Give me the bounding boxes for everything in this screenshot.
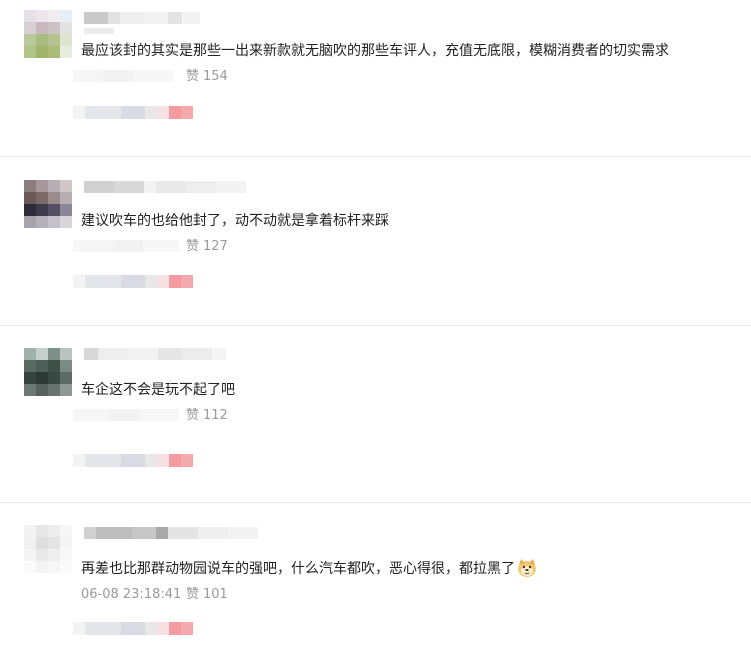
like-count[interactable]: 赞 101 [186,587,228,603]
comment-actions-blurred[interactable] [73,275,193,288]
comment-actions-blurred[interactable] [73,622,193,635]
like-label: 赞 [186,69,200,84]
username-blurred[interactable] [84,527,258,539]
comment-timestamp: 06-08 23:18:41 [81,587,182,602]
like-number: 101 [203,587,228,602]
like-number: 127 [203,239,228,254]
comment-actions-blurred[interactable] [73,106,193,119]
like-label: 赞 [186,239,200,254]
comment-text: 建议吹车的也给他封了，动不动就是拿着标杆来踩 [81,213,389,229]
comment-item: 建议吹车的也给他封了，动不动就是拿着标杆来踩 赞 127 [0,157,751,325]
doge-emoji-icon [517,559,537,577]
comment-text-content: 再差也比那群动物园说车的强吧，什么汽车都吹，恶心得很，都拉黑了 [81,561,515,577]
comment-text: 车企这不会是玩不起了吧 [81,382,235,398]
username-blurred[interactable] [84,348,226,360]
timestamp-blurred [73,240,179,252]
like-count[interactable]: 赞 127 [186,239,228,255]
username-blurred[interactable] [84,181,246,193]
timestamp-blurred [73,409,179,421]
user-avatar[interactable] [24,525,72,573]
comment-text: 最应该封的其实是那些一出来新款就无脑吹的那些车评人，充值无底限，模糊消费者的切实… [81,43,669,59]
user-avatar[interactable] [24,180,72,228]
user-avatar[interactable] [24,348,72,396]
user-avatar[interactable] [24,10,72,58]
user-tag-blurred [84,28,114,34]
like-label: 赞 [186,587,200,602]
comment-text: 再差也比那群动物园说车的强吧，什么汽车都吹，恶心得很，都拉黑了 [81,559,537,578]
like-number: 154 [203,69,228,84]
comment-item: 车企这不会是玩不起了吧 赞 112 [0,326,751,502]
like-count[interactable]: 赞 154 [186,69,228,85]
like-number: 112 [203,408,228,423]
username-blurred[interactable] [84,12,200,24]
comment-item: 最应该封的其实是那些一出来新款就无脑吹的那些车评人，充值无底限，模糊消费者的切实… [0,0,751,156]
like-label: 赞 [186,408,200,423]
comment-actions-blurred[interactable] [73,454,193,467]
like-count[interactable]: 赞 112 [186,408,228,424]
comment-item: 再差也比那群动物园说车的强吧，什么汽车都吹，恶心得很，都拉黑了 06-08 23… [0,503,751,660]
timestamp-blurred [73,70,173,82]
